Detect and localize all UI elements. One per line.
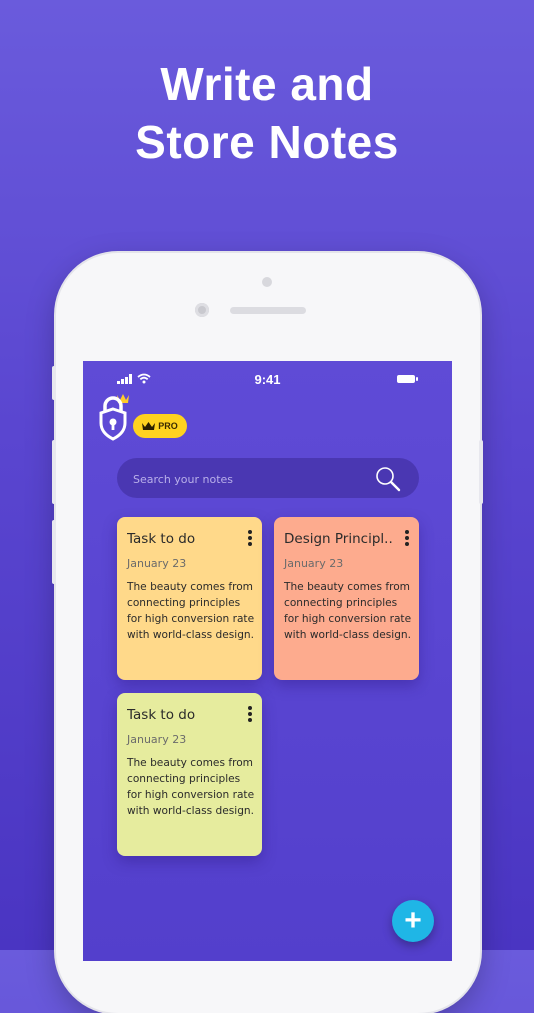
marketing-headline: Write and Store Notes [0, 55, 534, 171]
front-camera [195, 303, 209, 317]
search-bar[interactable] [117, 458, 419, 500]
note-card[interactable]: Task to do January 23 The beauty comes f… [117, 693, 262, 856]
earpiece-speaker [230, 307, 306, 314]
plus-icon: + [404, 904, 422, 937]
mute-switch [52, 366, 56, 400]
note-date: January 23 [284, 557, 344, 570]
battery-icon [397, 375, 418, 383]
add-note-button[interactable]: + [392, 900, 434, 942]
lock-shield-logo [99, 394, 129, 441]
pro-badge-label: PRO [158, 421, 178, 431]
note-date: January 23 [127, 733, 187, 746]
more-vertical-icon[interactable] [404, 530, 410, 548]
status-bar: 9:41 [83, 371, 452, 387]
power-button [479, 440, 483, 504]
proximity-sensor [262, 277, 272, 287]
crown-icon [142, 421, 156, 430]
note-card[interactable]: Design Principl.. January 23 The beauty … [274, 517, 419, 680]
note-body: The beauty comes from connecting princip… [127, 581, 255, 641]
note-title: Task to do [127, 707, 196, 723]
pro-badge[interactable]: PRO [133, 414, 187, 438]
note-body: The beauty comes from connecting princip… [284, 581, 412, 641]
note-card[interactable]: Task to do January 23 The beauty comes f… [117, 517, 262, 680]
note-title: Design Principl.. [284, 531, 393, 547]
more-vertical-icon[interactable] [247, 530, 253, 548]
headline-line-1: Write and [160, 58, 374, 110]
headline-line-2: Store Notes [135, 116, 399, 168]
volume-up-button [52, 440, 56, 504]
search-icon[interactable] [375, 466, 401, 492]
note-body: The beauty comes from connecting princip… [127, 757, 255, 817]
note-date: January 23 [127, 557, 187, 570]
note-title: Task to do [127, 531, 196, 547]
volume-down-button [52, 520, 56, 584]
more-vertical-icon[interactable] [247, 706, 253, 724]
search-input[interactable] [131, 458, 365, 500]
app-screen: 9:41 PRO Task to do January 23 The beaut… [83, 361, 452, 961]
